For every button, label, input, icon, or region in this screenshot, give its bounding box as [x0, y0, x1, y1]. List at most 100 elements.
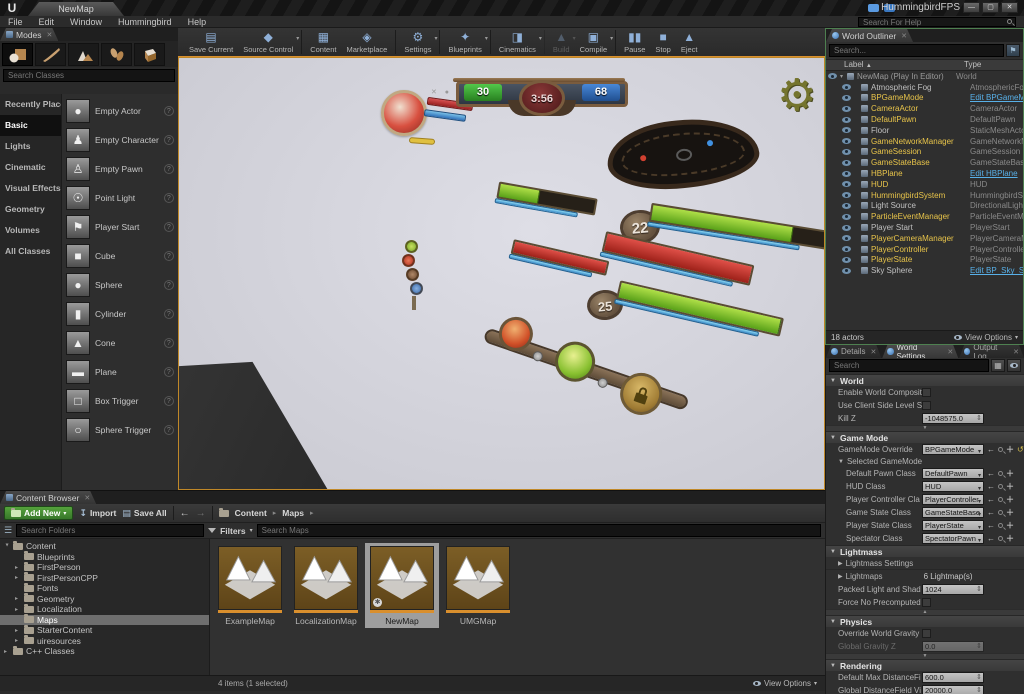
place-tool-button[interactable]: [2, 43, 33, 66]
help-icon[interactable]: ?: [164, 309, 174, 319]
actor-label[interactable]: PlayerCameraManager: [871, 234, 970, 243]
placeable-item[interactable]: □ Box Trigger ?: [62, 386, 184, 415]
save-all-button[interactable]: ▤ Save All: [122, 508, 166, 519]
folder-tree-item[interactable]: ▸ uiresources: [0, 636, 209, 647]
mode-category[interactable]: Basic: [0, 115, 61, 136]
outliner-row[interactable]: ▾ PlayerState PlayerState: [826, 255, 1023, 266]
actor-type[interactable]: StaticMeshActor: [970, 126, 1023, 135]
mode-category[interactable]: Visual Effects: [0, 178, 61, 199]
asset-tile[interactable]: ✱ ExampleMap: [213, 543, 287, 628]
lightmaps-row[interactable]: ▶ Lightmaps 6 Lightmap(s): [826, 570, 1024, 583]
actor-label[interactable]: HummingbirdSystem: [871, 191, 970, 200]
use-selected-icon[interactable]: ←: [987, 482, 995, 491]
actor-type[interactable]: HUD: [970, 180, 1023, 189]
folder-label[interactable]: Maps: [37, 615, 58, 625]
number-field[interactable]: 600.0⇕: [922, 672, 984, 683]
level-viewport[interactable]: ✕ ● 30 68 3:56 ⚙ 22: [178, 57, 825, 490]
help-icon[interactable]: ?: [164, 280, 174, 290]
expand-arrow-icon[interactable]: ▸: [15, 627, 21, 634]
outliner-row[interactable]: ▾ BPGameMode Edit BPGameMode: [826, 93, 1023, 104]
visibility-eye-icon[interactable]: [842, 203, 851, 209]
menu-item[interactable]: Hummingbird: [110, 17, 180, 27]
folder-label[interactable]: Fonts: [37, 583, 58, 593]
actor-label[interactable]: CameraActor: [871, 104, 970, 113]
expand-arrow-icon[interactable]: ▸: [4, 543, 11, 549]
import-button[interactable]: ↧ Import: [79, 508, 116, 519]
outliner-row[interactable]: ▾ ParticleEventManager ParticleEventMana…: [826, 211, 1023, 222]
expand-arrow-icon[interactable]: ▸: [15, 574, 21, 581]
help-icon[interactable]: ?: [164, 396, 174, 406]
expand-arrow-icon[interactable]: ▶: [838, 560, 843, 567]
folder-tree-item[interactable]: ▸ StarterContent: [0, 625, 209, 636]
folder-label[interactable]: Blueprints: [37, 552, 75, 562]
checkbox[interactable]: [922, 401, 931, 410]
toolbar-button[interactable]: ✦ ▾ Blueprints: [439, 30, 486, 54]
actor-type[interactable]: GameStateBase: [970, 158, 1023, 167]
chevron-down-icon[interactable]: ▾: [434, 35, 437, 42]
folder-tree-item[interactable]: ▸ Blueprints: [0, 552, 209, 563]
browse-icon[interactable]: [998, 471, 1003, 476]
visibility-eye-icon[interactable]: [842, 138, 851, 144]
visibility-eye-icon[interactable]: [842, 181, 851, 187]
display-filter-button[interactable]: ▦: [991, 359, 1005, 372]
outliner-row[interactable]: ▾ HBPlane Edit HBPlane: [826, 168, 1023, 179]
toolbar-button[interactable]: ⚙ ▾ Settings: [395, 30, 436, 54]
folder-label[interactable]: Localization: [37, 604, 82, 614]
breadcrumb-root[interactable]: Content: [235, 508, 267, 518]
expand-arrow-icon[interactable]: ▸: [15, 637, 21, 644]
add-icon[interactable]: ＋: [1006, 494, 1014, 505]
outliner-row[interactable]: ▾ Sky Sphere Edit BP_Sky_Sphere: [826, 265, 1023, 276]
section-world[interactable]: ▼World: [826, 374, 1024, 386]
placeable-item[interactable]: ● Sphere ?: [62, 270, 184, 299]
help-icon[interactable]: ?: [164, 193, 174, 203]
folder-tree-item[interactable]: ▸ Content: [0, 541, 209, 552]
toolbar-button[interactable]: ◨ ▾ Cinematics: [490, 30, 541, 54]
help-icon[interactable]: ?: [164, 135, 174, 145]
toolbar-button[interactable]: ◆ ▾ Source Control: [238, 30, 298, 54]
actor-label[interactable]: PlayerController: [871, 245, 970, 254]
outliner-row[interactable]: ▾ GameSession GameSession: [826, 147, 1023, 158]
close-icon[interactable]: ✕: [47, 31, 53, 39]
number-field[interactable]: 20000.0⇕: [922, 685, 984, 694]
outliner-row[interactable]: ▾ HUD HUD: [826, 179, 1023, 190]
add-new-button[interactable]: Add New ▾: [4, 506, 73, 520]
help-icon[interactable]: ?: [164, 367, 174, 377]
outliner-row[interactable]: ▾ HummingbirdSystem HummingbirdSystem: [826, 190, 1023, 201]
section-rendering[interactable]: ▼Rendering: [826, 659, 1024, 671]
mode-category[interactable]: Volumes: [0, 220, 61, 241]
folder-label[interactable]: Content: [26, 541, 56, 551]
actor-type[interactable]: ParticleEventManager: [970, 212, 1023, 221]
actor-type[interactable]: DirectionalLight: [970, 201, 1023, 210]
reset-icon[interactable]: ↺: [1017, 445, 1024, 454]
placeable-item[interactable]: ● Empty Actor ?: [62, 96, 184, 125]
checkbox[interactable]: [922, 388, 931, 397]
browse-icon[interactable]: [998, 510, 1003, 515]
class-dropdown[interactable]: SpectatorPawn▾: [922, 533, 984, 544]
placeable-item[interactable]: ▬ Plane ?: [62, 357, 184, 386]
asset-name[interactable]: UMGMap: [460, 616, 496, 626]
type-column-header[interactable]: Type: [964, 60, 1023, 70]
label-column-header[interactable]: Label: [844, 60, 864, 69]
chevron-down-icon[interactable]: ▾: [539, 35, 542, 42]
expand-arrow-icon[interactable]: ▸: [4, 648, 10, 655]
folder-tree-item[interactable]: ▸ Maps: [0, 615, 209, 626]
asset-tile[interactable]: ✱ LocalizationMap: [289, 543, 363, 628]
close-icon[interactable]: ✕: [870, 348, 876, 356]
actor-label[interactable]: Atmospheric Fog: [871, 83, 970, 92]
section-lightmass[interactable]: ▼Lightmass: [826, 545, 1024, 557]
level-tab[interactable]: NewMap: [28, 2, 124, 16]
minimize-button[interactable]: —: [963, 2, 980, 13]
settings-tab[interactable]: Details ✕: [826, 345, 881, 358]
gamemode-override-dropdown[interactable]: BPGameMode▾: [922, 444, 984, 455]
actor-label[interactable]: HBPlane: [871, 169, 970, 178]
tab-content-browser[interactable]: Content Browser ✕: [0, 491, 96, 504]
outliner-row[interactable]: ▾ Atmospheric Fog AtmosphericFog: [826, 82, 1023, 93]
actor-type[interactable]: HummingbirdSystem: [970, 191, 1023, 200]
class-dropdown[interactable]: GameStateBase▾: [922, 507, 984, 518]
menu-item[interactable]: Edit: [31, 17, 63, 27]
folder-label[interactable]: FirstPerson: [37, 562, 80, 572]
tab-world-outliner[interactable]: World Outliner ✕: [826, 29, 913, 42]
use-selected-icon[interactable]: ←: [987, 521, 995, 530]
help-icon[interactable]: ?: [164, 251, 174, 261]
lightmass-settings-row[interactable]: ▶ Lightmass Settings: [826, 557, 1024, 570]
